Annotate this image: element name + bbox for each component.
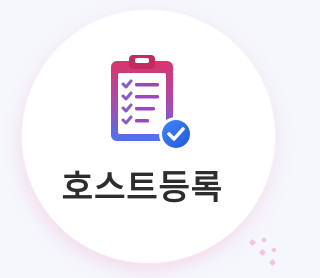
- clipboard-check-icon: [87, 53, 197, 153]
- card-label: 호스트등록: [61, 168, 224, 208]
